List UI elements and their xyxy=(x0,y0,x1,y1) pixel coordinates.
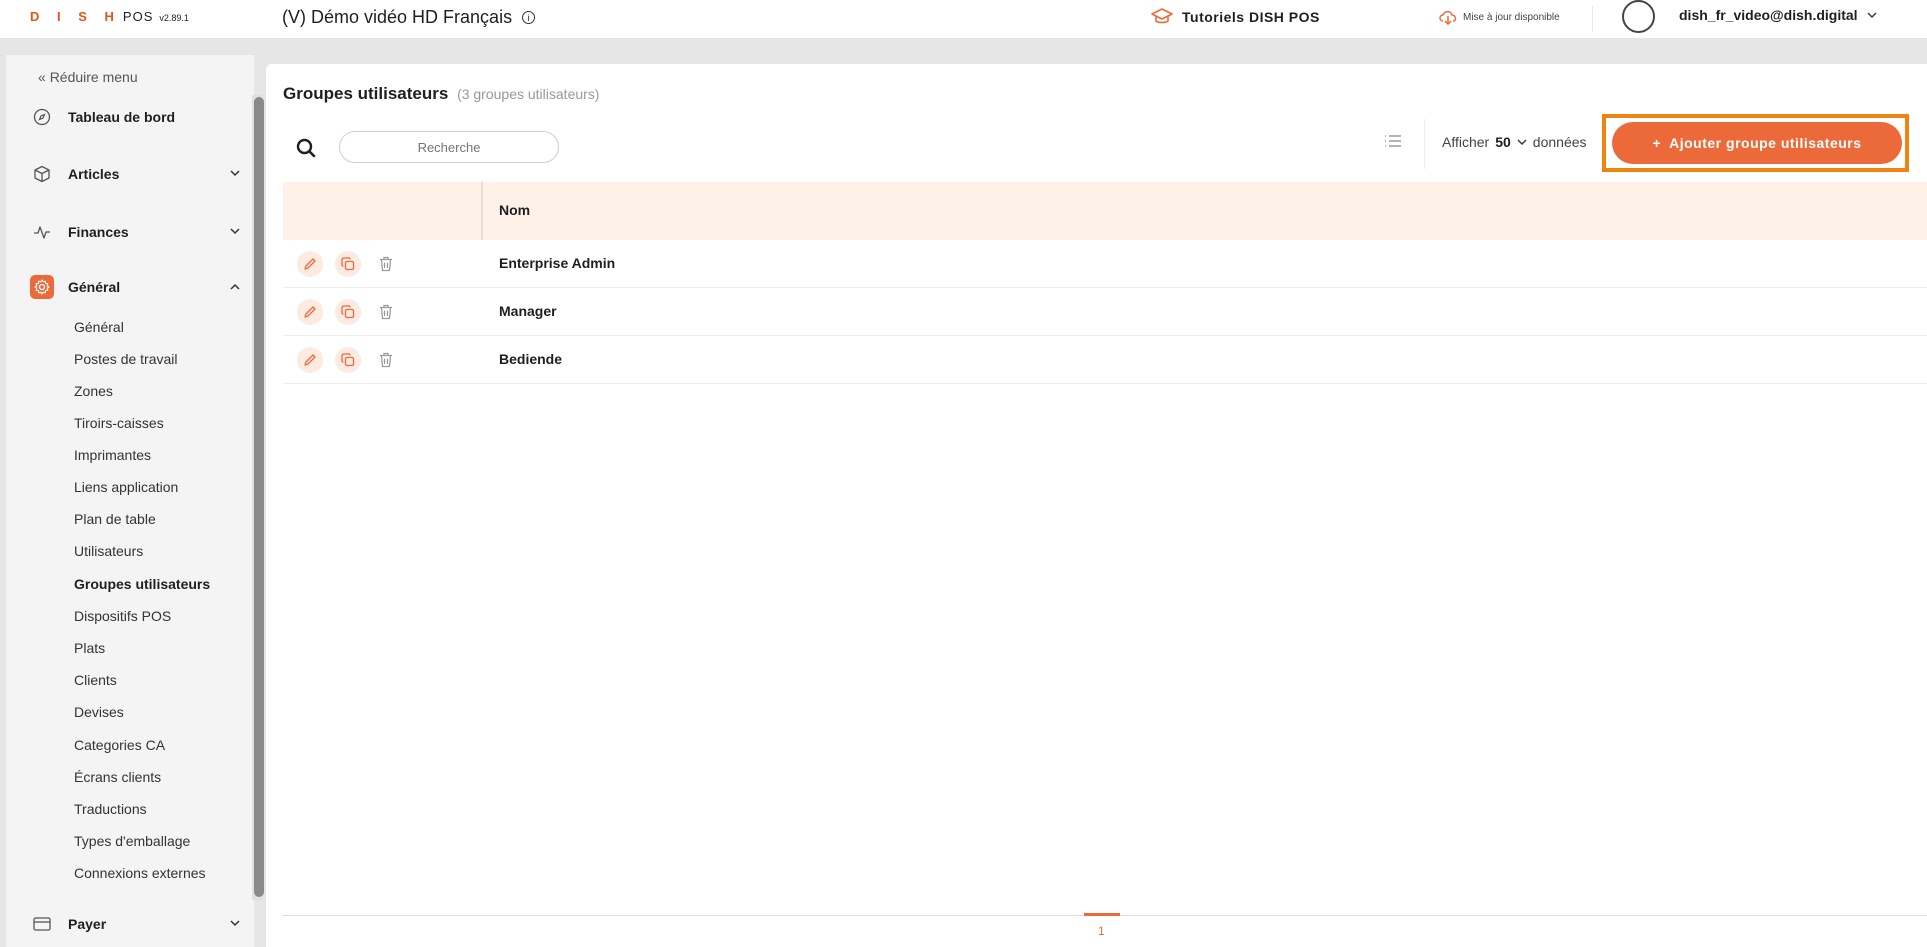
chevron-down-icon xyxy=(230,226,240,238)
table-row[interactable]: Bediende xyxy=(283,336,1927,384)
sidebar-subitem-packaging-types[interactable]: Types d'emballage xyxy=(74,833,190,849)
page-title: Groupes utilisateurs (3 groupes utilisat… xyxy=(283,84,599,104)
sidebar-subitem-translations[interactable]: Traductions xyxy=(74,801,147,817)
sidebar-subitem-zones[interactable]: Zones xyxy=(74,383,113,399)
row-actions xyxy=(297,347,399,373)
sidebar-item-label: Articles xyxy=(68,166,120,182)
user-email: dish_fr_video@dish.digital xyxy=(1679,7,1858,23)
trash-icon[interactable] xyxy=(373,251,399,277)
project-title[interactable]: (V) Démo vidéo HD Français i xyxy=(282,7,536,28)
page-size-selector[interactable]: Afficher 50 données xyxy=(1442,134,1587,150)
edit-icon[interactable] xyxy=(297,347,323,373)
sidebar-subitem-customer-screens[interactable]: Écrans clients xyxy=(74,769,161,785)
pagination-active-indicator xyxy=(1084,913,1120,916)
row-name: Enterprise Admin xyxy=(499,255,616,271)
graduation-cap-icon xyxy=(1151,8,1173,24)
show-label: Afficher xyxy=(1442,134,1490,150)
version-label: v2.89.1 xyxy=(159,13,189,23)
table-row[interactable]: Enterprise Admin xyxy=(283,240,1927,288)
add-user-group-button[interactable]: + Ajouter groupe utilisateurs xyxy=(1612,122,1902,164)
update-available-link[interactable]: Mise à jour disponible xyxy=(1438,9,1560,25)
collapse-prefix: « xyxy=(38,69,46,85)
row-actions xyxy=(297,299,399,325)
sidebar-item-label: Finances xyxy=(68,224,129,240)
sidebar-subitem-table-plan[interactable]: Plan de table xyxy=(74,511,156,527)
list-view-icon[interactable] xyxy=(1384,134,1402,148)
divider xyxy=(1424,119,1425,169)
plus-icon: + xyxy=(1652,135,1662,151)
sidebar-subitem-pos-devices[interactable]: Dispositifs POS xyxy=(74,608,171,624)
sidebar-subitem-users[interactable]: Utilisateurs xyxy=(74,543,143,559)
row-actions xyxy=(297,251,399,277)
box-icon xyxy=(30,162,54,186)
copy-icon[interactable] xyxy=(335,299,361,325)
search-icon[interactable] xyxy=(296,138,316,158)
pagination-page-1[interactable]: 1 xyxy=(1098,924,1105,938)
sidebar-scrollbar-thumb[interactable] xyxy=(254,97,264,897)
sidebar-subitem-currencies[interactable]: Devises xyxy=(74,704,124,720)
card-icon xyxy=(30,912,54,936)
sidebar-item-dashboard[interactable]: Tableau de bord xyxy=(30,105,240,129)
sidebar-subitem-app-links[interactable]: Liens application xyxy=(74,479,178,495)
row-name: Bediende xyxy=(499,351,563,367)
trash-icon[interactable] xyxy=(373,299,399,325)
top-bar: D I S H POS v2.89.1 (V) Démo vidéo HD Fr… xyxy=(0,0,1927,38)
page-size-value[interactable]: 50 xyxy=(1495,134,1511,150)
collapse-label: Réduire menu xyxy=(49,69,138,85)
sidebar-subitem-cash-drawers[interactable]: Tiroirs-caisses xyxy=(74,415,164,431)
chevron-down-icon xyxy=(1517,139,1527,145)
brand-dish: D I S H xyxy=(30,9,121,24)
sidebar-subitem-user-groups[interactable]: Groupes utilisateurs xyxy=(74,576,210,592)
avatar[interactable] xyxy=(1622,0,1655,33)
chevron-up-icon xyxy=(230,281,240,293)
project-title-text: (V) Démo vidéo HD Français xyxy=(282,7,513,27)
show-suffix: données xyxy=(1532,134,1587,150)
sidebar-item-pay[interactable]: Payer xyxy=(30,912,240,936)
brand-pos: POS xyxy=(122,9,154,24)
sidebar-item-articles[interactable]: Articles xyxy=(30,162,240,186)
sidebar-subitem-revenue-categories[interactable]: Categories CA xyxy=(74,737,165,753)
sidebar-item-label: Général xyxy=(68,279,121,295)
update-label: Mise à jour disponible xyxy=(1463,11,1560,23)
sidebar-subitem-workstations[interactable]: Postes de travail xyxy=(74,351,178,367)
page-title-count: (3 groupes utilisateurs) xyxy=(457,86,600,102)
activity-icon xyxy=(30,220,54,244)
edit-icon[interactable] xyxy=(297,299,323,325)
divider xyxy=(1592,6,1593,32)
cloud-download-icon xyxy=(1439,10,1457,25)
compass-icon xyxy=(30,105,54,129)
chevron-down-icon xyxy=(230,918,240,930)
info-icon[interactable]: i xyxy=(522,11,536,24)
sidebar-item-label: Tableau de bord xyxy=(68,109,176,125)
table-header: Nom xyxy=(283,182,1927,240)
column-divider[interactable] xyxy=(481,182,483,240)
page-title-text: Groupes utilisateurs xyxy=(283,84,449,103)
collapse-menu-button[interactable]: « Réduire menu xyxy=(38,69,138,85)
sidebar-subitem-customers[interactable]: Clients xyxy=(74,672,117,688)
row-name: Manager xyxy=(499,303,557,319)
tutorials-link[interactable]: Tutoriels DISH POS xyxy=(1150,8,1320,26)
search-input[interactable] xyxy=(339,131,559,163)
table-row[interactable]: Manager xyxy=(283,288,1927,336)
copy-icon[interactable] xyxy=(335,251,361,277)
brand-logo[interactable]: D I S H POS v2.89.1 xyxy=(30,9,189,24)
user-menu[interactable]: dish_fr_video@dish.digital xyxy=(1679,7,1877,23)
gear-icon xyxy=(30,275,54,299)
sidebar-subitem-printers[interactable]: Imprimantes xyxy=(74,447,151,463)
add-user-group-label: Ajouter groupe utilisateurs xyxy=(1669,135,1862,151)
sidebar-item-label: Payer xyxy=(68,916,107,932)
sidebar-item-finances[interactable]: Finances xyxy=(30,220,240,244)
sidebar-subitem-dishes[interactable]: Plats xyxy=(74,640,105,656)
sidebar-subitem-general[interactable]: Général xyxy=(74,319,124,335)
chevron-down-icon xyxy=(1867,12,1877,18)
main-panel: Groupes utilisateurs (3 groupes utilisat… xyxy=(266,64,1927,947)
tutorials-label: Tutoriels DISH POS xyxy=(1182,9,1320,25)
edit-icon[interactable] xyxy=(297,251,323,277)
trash-icon[interactable] xyxy=(373,347,399,373)
sidebar-subitem-external-connections[interactable]: Connexions externes xyxy=(74,865,206,881)
copy-icon[interactable] xyxy=(335,347,361,373)
column-header-name[interactable]: Nom xyxy=(499,202,530,218)
sidebar-item-general[interactable]: Général xyxy=(30,275,240,299)
chevron-down-icon xyxy=(230,168,240,180)
